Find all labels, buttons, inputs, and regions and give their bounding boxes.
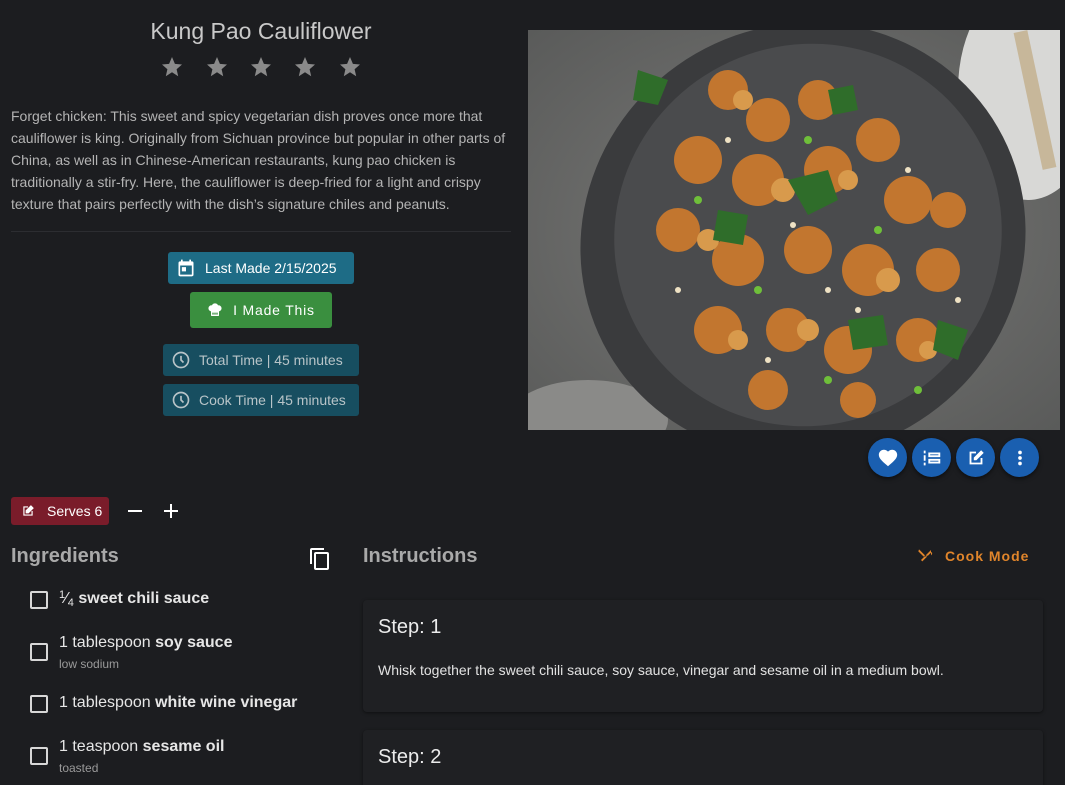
increase-servings-button[interactable]: [160, 500, 182, 522]
cook-time-chip: Cook Time | 45 minutes: [163, 384, 359, 416]
step-title: Step: 2: [378, 746, 442, 768]
star-icon[interactable]: [205, 55, 229, 79]
ingredient-note: low sodium: [59, 657, 120, 671]
divider: [11, 231, 511, 232]
ingredient-qty: 1 tablespoon: [59, 634, 151, 651]
serves-label: Serves 6: [47, 503, 103, 519]
serves-chip[interactable]: Serves 6: [11, 497, 109, 525]
cook-mode-button[interactable]: Cook Mode: [917, 548, 1029, 564]
instruction-step-card[interactable]: Step: 1 Whisk together the sweet chili s…: [363, 600, 1043, 712]
instructions-title: Instructions: [363, 545, 478, 567]
total-time-chip: Total Time | 45 minutes: [163, 344, 359, 376]
ingredient-checkbox[interactable]: [30, 695, 48, 713]
last-made-chip[interactable]: Last Made 2/15/2025: [168, 252, 354, 284]
recipe-description: Forget chicken: This sweet and spicy veg…: [11, 108, 506, 212]
i-made-this-button[interactable]: I Made This: [190, 292, 332, 328]
ingredients-title: Ingredients: [11, 545, 119, 567]
decrease-servings-button[interactable]: [124, 500, 146, 522]
recipe-title: Kung Pao Cauliflower: [150, 18, 372, 44]
chef-hat-icon: [208, 303, 222, 316]
ingredient-checkbox[interactable]: [30, 747, 48, 765]
ingredient-name: sesame oil: [142, 738, 225, 755]
edit-icon: [23, 505, 34, 516]
timeline-icon: [923, 450, 940, 465]
star-icon[interactable]: [249, 55, 273, 79]
ingredient-name: white wine vinegar: [155, 694, 298, 711]
step-text: Whisk together the sweet chili sauce, so…: [378, 662, 944, 678]
ingredient-note: toasted: [59, 761, 99, 775]
ingredient-qty-denominator: 4: [67, 597, 74, 609]
ingredient-checkbox[interactable]: [30, 643, 48, 661]
favorite-button[interactable]: [868, 438, 907, 477]
instruction-step-card[interactable]: Step: 2: [363, 730, 1043, 785]
cook-mode-label: Cook Mode: [945, 548, 1030, 564]
ingredient-name: sweet chili sauce: [78, 590, 210, 607]
rating-stars[interactable]: [0, 55, 522, 84]
cook-time-label: Cook Time | 45 minutes: [199, 392, 346, 408]
copy-icon: [310, 548, 329, 570]
total-time-label: Total Time | 45 minutes: [199, 352, 343, 368]
ingredient-qty: 1 tablespoon: [59, 694, 151, 711]
edit-button[interactable]: [956, 438, 995, 477]
clock-icon: [172, 391, 190, 409]
star-icon[interactable]: [338, 55, 362, 79]
utensils-icon: [918, 549, 933, 562]
clock-icon: [172, 351, 190, 369]
step-title: Step: 1: [378, 616, 442, 638]
ingredient-qty: 1 teaspoon: [59, 738, 139, 755]
last-made-label: Last Made 2/15/2025: [205, 260, 337, 276]
copy-ingredients-button[interactable]: [308, 547, 332, 571]
timeline-button[interactable]: [912, 438, 951, 477]
heart-icon: [878, 449, 897, 466]
more-vert-icon: [1017, 450, 1022, 465]
star-icon[interactable]: [293, 55, 317, 79]
ingredient-name: soy sauce: [155, 634, 233, 651]
more-options-button[interactable]: [1000, 438, 1039, 477]
calendar-icon: [178, 259, 194, 277]
ingredient-qty-numerator: 1: [59, 589, 66, 601]
star-icon[interactable]: [160, 55, 184, 79]
i-made-this-label: I Made This: [233, 302, 315, 318]
ingredient-checkbox[interactable]: [30, 591, 48, 609]
plus-icon: [164, 504, 178, 518]
recipe-photo: [528, 30, 1060, 430]
minus-icon: [128, 510, 142, 512]
edit-icon: [969, 449, 984, 464]
